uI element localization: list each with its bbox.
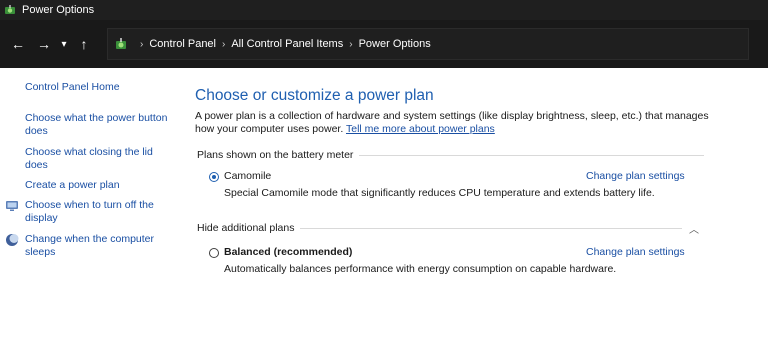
- sidebar-item-closing-lid[interactable]: Choose what closing the lid does: [25, 146, 175, 172]
- plan-balanced-radio[interactable]: [209, 248, 219, 258]
- plan-camomile-name[interactable]: Camomile: [224, 170, 271, 182]
- additional-plans-group-label: Hide additional plans: [197, 222, 295, 234]
- control-panel-home-link[interactable]: Control Panel Home: [25, 81, 175, 94]
- title-bar: Power Options: [0, 0, 768, 20]
- up-button[interactable]: ↑: [73, 33, 95, 55]
- power-options-icon: [5, 5, 15, 14]
- breadcrumb-separator-icon: ›: [140, 38, 144, 50]
- address-bar[interactable]: › Control Panel › All Control Panel Item…: [107, 28, 749, 60]
- address-toolbar: ← → ▾ ↑ › Control Panel › All Control Pa…: [0, 20, 768, 68]
- breadcrumb-separator-icon: ›: [222, 38, 226, 50]
- moon-icon: [6, 234, 19, 246]
- sidebar-item-computer-sleeps[interactable]: Change when the computer sleeps: [25, 233, 175, 259]
- learn-more-link[interactable]: Tell me more about power plans: [346, 123, 495, 135]
- breadcrumb-separator-icon: ›: [349, 38, 353, 50]
- plan-balanced-change-settings-link[interactable]: Change plan settings: [586, 246, 685, 258]
- sidebar-item-turn-off-display[interactable]: Choose when to turn off the display: [25, 199, 175, 225]
- arrow-left-icon: ←: [11, 36, 25, 52]
- group-divider: [359, 154, 705, 156]
- back-button[interactable]: ←: [7, 33, 29, 55]
- page-title: Choose or customize a power plan: [195, 87, 434, 104]
- control-panel-icon: [116, 38, 126, 49]
- plan-camomile-radio[interactable]: [209, 172, 219, 182]
- chevron-up-icon[interactable]: ︿: [689, 221, 699, 236]
- breadcrumb-power-options[interactable]: Power Options: [359, 38, 431, 50]
- additional-plans-group-header[interactable]: Hide additional plans: [197, 222, 683, 234]
- chevron-down-icon: ▾: [61, 38, 67, 50]
- sidebar-item-power-button[interactable]: Choose what the power button does: [25, 112, 175, 138]
- breadcrumb-all-items[interactable]: All Control Panel Items: [231, 38, 343, 50]
- forward-button[interactable]: →: [33, 33, 55, 55]
- intro-text: A power plan is a collection of hardware…: [195, 110, 715, 136]
- plan-camomile-change-settings-link[interactable]: Change plan settings: [586, 170, 685, 182]
- recent-locations-button[interactable]: ▾: [55, 33, 73, 55]
- sidebar-item-create-plan[interactable]: Create a power plan: [25, 179, 175, 192]
- plan-camomile-description: Special Camomile mode that significantly…: [224, 187, 655, 199]
- breadcrumb-control-panel[interactable]: Control Panel: [149, 38, 216, 50]
- plan-balanced-name[interactable]: Balanced (recommended): [224, 246, 352, 258]
- group-divider: [300, 227, 683, 229]
- arrow-up-icon: ↑: [80, 36, 88, 52]
- battery-plans-group-header: Plans shown on the battery meter: [197, 149, 705, 161]
- window-title: Power Options: [22, 4, 95, 16]
- plan-balanced-description: Automatically balances performance with …: [224, 263, 617, 275]
- arrow-right-icon: →: [37, 36, 51, 52]
- display-icon: [6, 201, 18, 211]
- battery-plans-group-label: Plans shown on the battery meter: [197, 149, 354, 161]
